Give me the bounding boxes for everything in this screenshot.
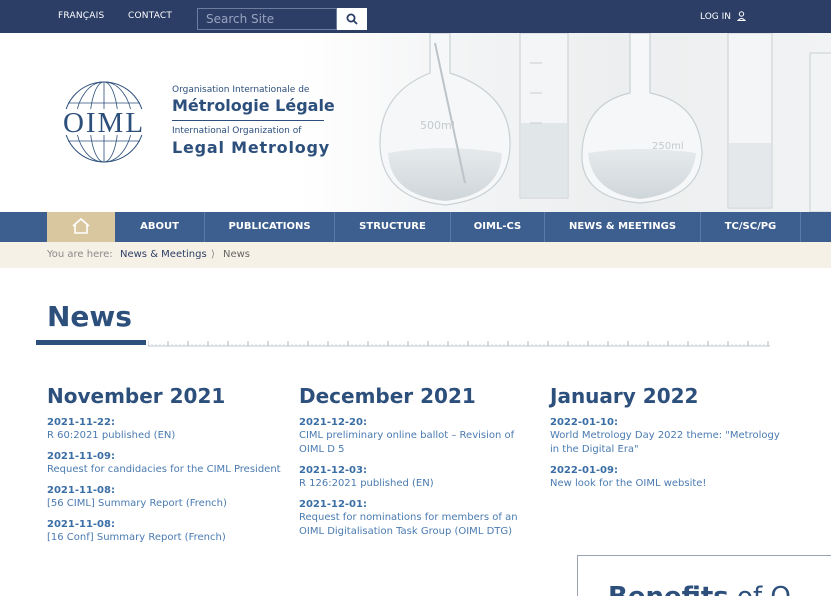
nav-publications[interactable]: PUBLICATIONS	[205, 212, 335, 242]
news-item[interactable]: 2021-11-22: R 60:2021 published (EN)	[47, 416, 287, 443]
news-date: 2021-11-22:	[47, 417, 115, 428]
news-item[interactable]: 2021-11-08: [16 Conf] Summary Report (Fr…	[47, 518, 287, 545]
breadcrumb-label: You are here:	[47, 249, 113, 260]
news-link[interactable]: New look for the OIML website!	[550, 477, 790, 491]
news-item[interactable]: 2022-01-10: World Metrology Day 2022 the…	[550, 416, 790, 457]
benefits-heading: Benefits of O	[608, 582, 791, 596]
month-heading: December 2021	[299, 384, 476, 408]
news-link[interactable]: [16 Conf] Summary Report (French)	[47, 531, 287, 545]
title-ruler-decoration	[148, 341, 770, 347]
benefits-panel[interactable]: Benefits of O	[577, 555, 831, 596]
oiml-logo[interactable]: OIML	[44, 81, 164, 163]
language-link[interactable]: FRANÇAIS	[58, 11, 104, 21]
contact-link[interactable]: CONTACT	[128, 11, 172, 21]
news-link[interactable]: Request for candidacies for the CIML Pre…	[47, 463, 287, 477]
search-icon	[346, 13, 358, 25]
flask-label-250: 250ml	[652, 141, 684, 152]
nav-news-meetings[interactable]: NEWS & MEETINGS	[545, 212, 701, 242]
news-link[interactable]: [56 CIML] Summary Report (French)	[47, 497, 287, 511]
title-underline	[36, 340, 146, 345]
news-date: 2021-12-01:	[299, 499, 367, 510]
search-input[interactable]: Search Site	[197, 8, 337, 30]
news-date: 2022-01-10:	[550, 417, 618, 428]
month-heading: January 2022	[550, 384, 699, 408]
news-link[interactable]: R 60:2021 published (EN)	[47, 429, 287, 443]
logo-mark: OIML	[63, 107, 145, 139]
header-banner: OIML Organisation Internationale de Métr…	[0, 33, 831, 212]
page-title: News	[47, 300, 132, 333]
news-date: 2022-01-09:	[550, 465, 618, 476]
org-name-fr-line1: Organisation Internationale de	[172, 85, 310, 95]
breadcrumb-news-meetings[interactable]: News & Meetings	[120, 242, 207, 268]
nav-structure[interactable]: STRUCTURE	[335, 212, 451, 242]
breadcrumb-current: News	[223, 249, 251, 260]
flask-label-500: 500ml	[420, 119, 455, 132]
news-date: 2021-11-08:	[47, 485, 115, 496]
news-item[interactable]: 2021-11-09: Request for candidacies for …	[47, 450, 287, 477]
news-item[interactable]: 2021-12-01: Request for nominations for …	[299, 498, 539, 539]
news-item[interactable]: 2022-01-09: New look for the OIML websit…	[550, 464, 790, 491]
news-column-november: November 2021 2021-11-22: R 60:2021 publ…	[47, 384, 287, 552]
news-link[interactable]: Request for nominations for members of a…	[299, 511, 539, 539]
home-icon	[72, 217, 90, 234]
login-link[interactable]: LOG IN	[700, 11, 746, 22]
benefits-heading-rest: of O	[729, 582, 791, 596]
home-tab[interactable]	[47, 212, 115, 242]
month-heading: November 2021	[47, 384, 226, 408]
news-link[interactable]: CIML preliminary online ballot – Revisio…	[299, 429, 539, 457]
logo-divider	[172, 120, 324, 121]
org-name-en-line1: International Organization of	[172, 126, 302, 136]
breadcrumb: You are here: News & Meetings ⟩ News	[0, 242, 831, 268]
login-label: LOG IN	[700, 12, 731, 22]
news-link[interactable]: World Metrology Day 2022 theme: "Metrolo…	[550, 429, 790, 457]
news-column-january: January 2022 2022-01-10: World Metrology…	[550, 384, 790, 498]
news-date: 2021-11-08:	[47, 519, 115, 530]
user-icon	[736, 11, 746, 21]
lab-glassware-image: 500ml 250ml	[379, 33, 831, 212]
search-button[interactable]	[337, 8, 367, 30]
news-item[interactable]: 2021-12-03: R 126:2021 published (EN)	[299, 464, 539, 491]
org-name-en-line2: Legal Metrology	[172, 138, 331, 157]
top-utility-bar: FRANÇAIS CONTACT Search Site LOG IN	[0, 0, 831, 33]
news-date: 2021-11-09:	[47, 451, 115, 462]
nav-tc-sc-pg[interactable]: TC/SC/PG	[701, 212, 801, 242]
news-column-december: December 2021 2021-12-20: CIML prelimina…	[299, 384, 539, 546]
nav-about[interactable]: ABOUT	[115, 212, 205, 242]
news-item[interactable]: 2021-12-20: CIML preliminary online ball…	[299, 416, 539, 457]
nav-oiml-cs[interactable]: OIML-CS	[451, 212, 545, 242]
main-navigation: ABOUT PUBLICATIONS STRUCTURE OIML-CS NEW…	[0, 212, 831, 242]
breadcrumb-separator: ⟩	[211, 249, 215, 260]
news-date: 2021-12-03:	[299, 465, 367, 476]
org-name-fr-line2: Métrologie Légale	[172, 96, 335, 115]
news-link[interactable]: R 126:2021 published (EN)	[299, 477, 539, 491]
benefits-heading-bold: Benefits	[608, 582, 729, 596]
news-date: 2021-12-20:	[299, 417, 367, 428]
news-item[interactable]: 2021-11-08: [56 CIML] Summary Report (Fr…	[47, 484, 287, 511]
